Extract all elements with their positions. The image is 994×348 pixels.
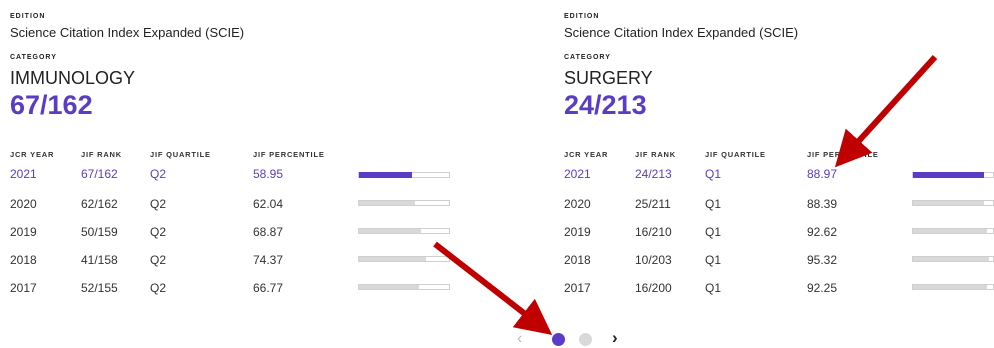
- cell-percentile: 66.77: [253, 281, 284, 295]
- category-value: IMMUNOLOGY: [10, 68, 136, 88]
- chevron-right-icon[interactable]: ›: [612, 328, 618, 348]
- cell-year: 2020: [564, 197, 591, 211]
- percentile-bar-fill: [359, 172, 413, 178]
- cell-rank: 62/162: [81, 197, 118, 211]
- page-dot-1[interactable]: [552, 333, 565, 346]
- cell-rank: 16/200: [635, 281, 672, 295]
- cell-year: 2019: [10, 225, 37, 239]
- percentile-bar: [358, 228, 450, 234]
- cell-quartile: Q2: [150, 281, 167, 295]
- arrow-to-page-dot: [433, 241, 553, 336]
- percentile-bar-fill: [359, 257, 426, 261]
- arrow-to-percentile: [834, 54, 938, 168]
- chevron-left-icon[interactable]: ‹: [517, 330, 522, 348]
- cell-percentile: 74.37: [253, 253, 284, 267]
- header-jcr-year: JCR YEAR: [10, 150, 55, 159]
- cell-rank: 52/155: [81, 281, 118, 295]
- cell-year: 2017: [564, 281, 591, 295]
- percentile-bar: [912, 200, 994, 206]
- percentile-bar: [358, 284, 450, 290]
- header-jif-rank: JIF RANK: [81, 150, 122, 159]
- cell-rank: 16/210: [635, 225, 672, 239]
- cell-year: 2021: [10, 167, 37, 181]
- category-rank: 67/162: [10, 90, 93, 120]
- percentile-bar: [912, 256, 994, 262]
- header-jif-quartile: JIF QUARTILE: [705, 150, 766, 159]
- cell-quartile: Q1: [705, 253, 722, 267]
- cell-quartile: Q2: [150, 253, 167, 267]
- edition-label: EDITION: [564, 13, 600, 20]
- cell-quartile: Q1: [705, 167, 722, 181]
- cell-quartile: Q1: [705, 281, 722, 295]
- percentile-bar: [912, 172, 994, 178]
- header-jif-rank: JIF RANK: [635, 150, 676, 159]
- cell-rank: 24/213: [635, 167, 672, 181]
- percentile-bar-fill: [359, 201, 415, 205]
- cell-percentile: 68.87: [253, 225, 284, 239]
- cell-rank: 50/159: [81, 225, 118, 239]
- cell-year: 2019: [564, 225, 591, 239]
- percentile-bar-fill: [913, 285, 987, 289]
- header-jif-percentile: JIF PERCENTILE: [253, 150, 325, 159]
- percentile-bar-fill: [913, 229, 988, 233]
- percentile-bar-fill: [913, 257, 990, 261]
- category-label: CATEGORY: [10, 54, 57, 61]
- cell-quartile: Q2: [150, 197, 167, 211]
- cell-rank: 10/203: [635, 253, 672, 267]
- percentile-bar-fill: [359, 229, 421, 233]
- percentile-bar: [912, 228, 994, 234]
- edition-value: Science Citation Index Expanded (SCIE): [10, 25, 245, 40]
- percentile-bar: [358, 256, 450, 262]
- cell-quartile: Q2: [150, 167, 167, 181]
- cell-percentile: 88.97: [807, 167, 838, 181]
- cell-year: 2021: [564, 167, 591, 181]
- header-jif-quartile: JIF QUARTILE: [150, 150, 211, 159]
- category-rank: 24/213: [564, 90, 647, 120]
- cell-year: 2018: [10, 253, 37, 267]
- cell-year: 2018: [564, 253, 591, 267]
- cell-quartile: Q1: [705, 225, 722, 239]
- cell-percentile: 62.04: [253, 197, 284, 211]
- percentile-bar: [358, 172, 450, 178]
- cell-rank: 67/162: [81, 167, 118, 181]
- percentile-bar: [358, 200, 450, 206]
- page-dot-2[interactable]: [579, 333, 592, 346]
- cell-percentile: 92.62: [807, 225, 838, 239]
- cell-percentile: 95.32: [807, 253, 838, 267]
- cell-quartile: Q1: [705, 197, 722, 211]
- percentile-bar-fill: [913, 172, 985, 178]
- cell-percentile: 88.39: [807, 197, 838, 211]
- percentile-bar: [912, 284, 994, 290]
- edition-label: EDITION: [10, 13, 46, 20]
- cell-rank: 25/211: [635, 197, 671, 211]
- header-jif-percentile: JIF PERCENTILE: [807, 150, 879, 159]
- cell-year: 2017: [10, 281, 37, 295]
- edition-value: Science Citation Index Expanded (SCIE): [564, 25, 799, 40]
- cell-quartile: Q2: [150, 225, 167, 239]
- cell-percentile: 92.25: [807, 281, 838, 295]
- category-label: CATEGORY: [564, 54, 611, 61]
- category-value: SURGERY: [564, 68, 653, 88]
- percentile-bar-fill: [359, 285, 420, 289]
- cell-percentile: 58.95: [253, 167, 284, 181]
- header-jcr-year: JCR YEAR: [564, 150, 609, 159]
- cell-year: 2020: [10, 197, 37, 211]
- cell-rank: 41/158: [81, 253, 118, 267]
- percentile-bar-fill: [913, 201, 984, 205]
